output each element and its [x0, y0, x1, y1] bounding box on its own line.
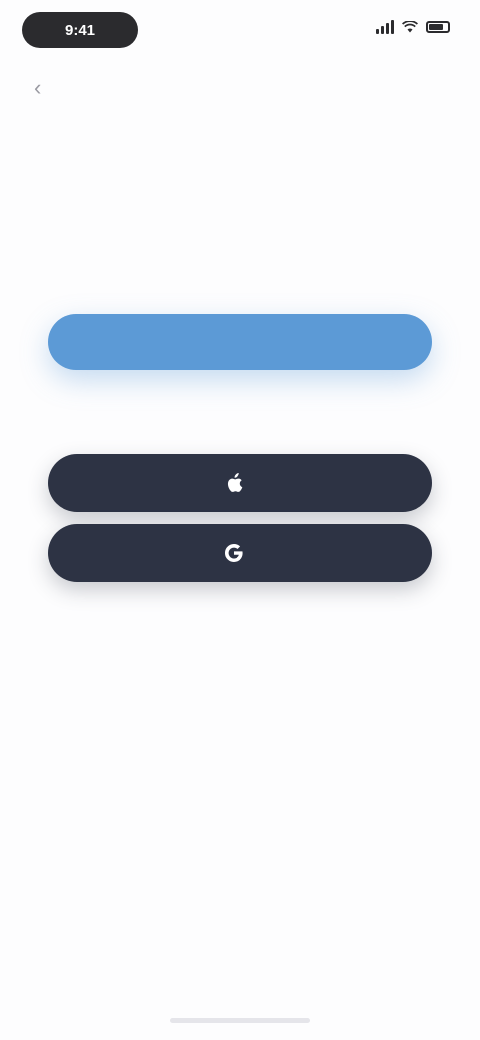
primary-action-button[interactable]: [48, 314, 432, 370]
apple-icon: [223, 472, 245, 494]
home-indicator[interactable]: [170, 1018, 310, 1023]
back-button[interactable]: ‹: [34, 76, 58, 100]
status-icons: [376, 20, 450, 34]
continue-with-google-button[interactable]: [48, 524, 432, 582]
screen: 9:41 ‹: [0, 0, 480, 1040]
chevron-left-icon: ‹: [34, 75, 42, 100]
status-time-pill: 9:41: [22, 12, 138, 48]
status-bar: 9:41: [0, 0, 480, 64]
status-time: 9:41: [64, 21, 96, 39]
battery-icon: [426, 21, 450, 33]
google-icon: [223, 542, 245, 564]
signal-icon: [376, 20, 394, 34]
wifi-icon: [402, 21, 418, 33]
continue-with-apple-button[interactable]: [48, 454, 432, 512]
